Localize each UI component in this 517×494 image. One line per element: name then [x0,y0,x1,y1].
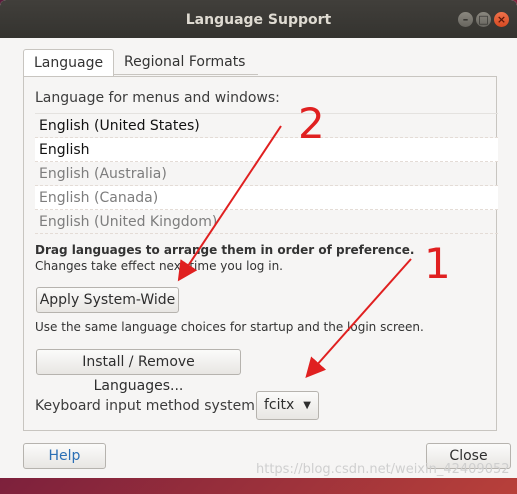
annotation-mark-1: 1 [424,239,451,288]
annotation-layer: 2 1 [177,99,451,378]
annotation-mark-2: 2 [298,99,325,148]
annotation-arrow-2 [177,125,282,282]
annotation-arrow-1 [305,258,412,378]
